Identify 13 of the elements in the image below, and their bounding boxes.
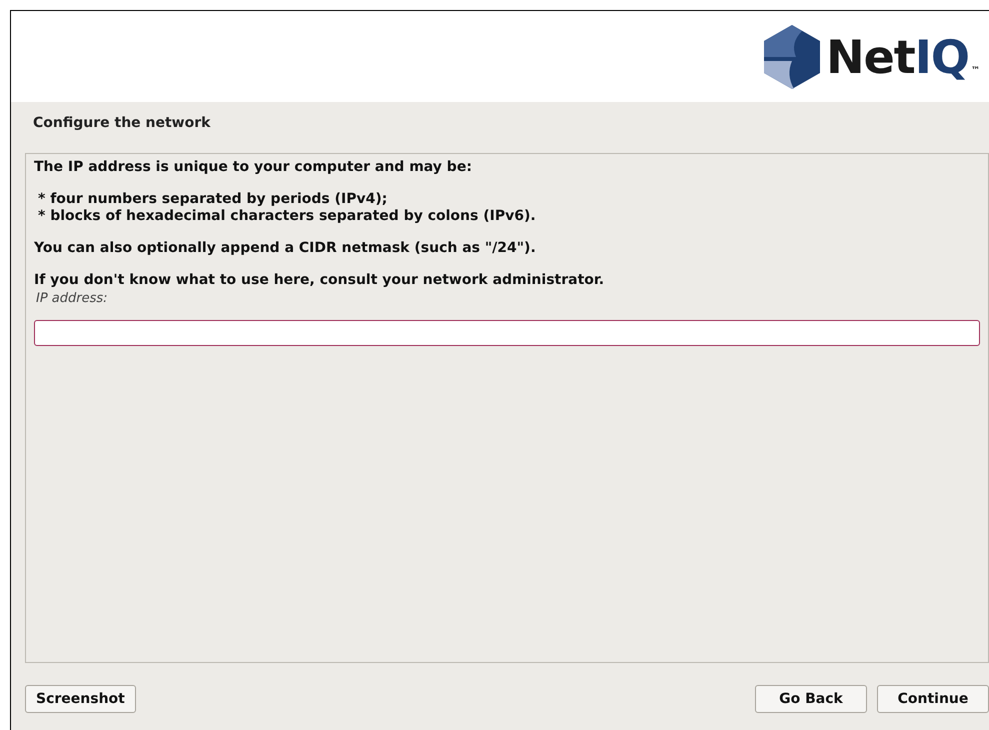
continue-button[interactable]: Continue: [877, 685, 989, 713]
screenshot-button[interactable]: Screenshot: [25, 685, 136, 713]
description-text: If you don't know what to use here, consult your network administrator.: [34, 272, 606, 289]
field-label: IP address:: [35, 291, 109, 306]
description-text: * four numbers separated by periods (IPv4);: [37, 191, 388, 208]
description-text: The IP address is unique to your computer and may be:: [34, 159, 473, 176]
description-text: You can also optionally append a CIDR netmask (such as "/24").: [34, 240, 537, 257]
logo-text: NetIQ™: [826, 30, 979, 84]
ip-address-field[interactable]: [34, 320, 980, 346]
cube-logo-icon: [762, 22, 822, 90]
description-text: * blocks of hexadecimal characters separated by colons (IPv6).: [37, 208, 537, 225]
page-title: Configure the network: [33, 115, 212, 131]
go-back-button[interactable]: Go Back: [755, 685, 867, 713]
